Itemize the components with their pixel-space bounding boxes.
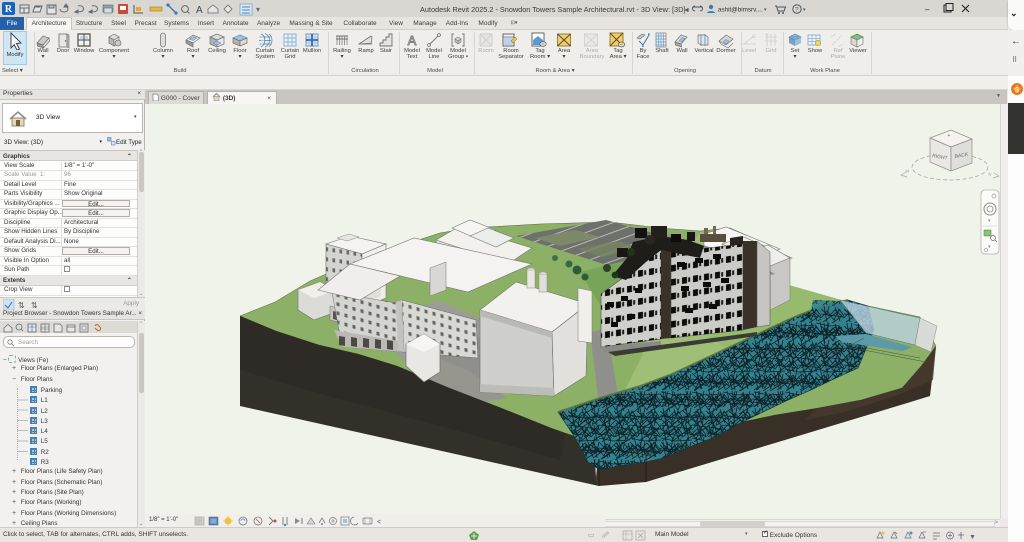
svg-text:W: W <box>905 168 910 174</box>
svg-text:▾: ▾ <box>803 7 806 13</box>
svg-text:✦: ✦ <box>947 133 951 138</box>
svg-text:R: R <box>5 4 13 15</box>
svg-text:⇅: ⇅ <box>18 301 25 310</box>
svg-text:A: A <box>196 5 203 16</box>
svg-text:S: S <box>1015 87 1020 94</box>
svg-text:A: A <box>408 33 417 48</box>
svg-text:▾: ▾ <box>256 5 260 14</box>
svg-text:?: ? <box>795 7 799 14</box>
svg-text:▾: ▾ <box>764 7 767 13</box>
svg-text:<: < <box>377 519 381 526</box>
svg-text:◄: ◄ <box>683 7 690 14</box>
svg-text:⇅: ⇅ <box>31 301 38 310</box>
svg-text:ashit@bimsrv....: ashit@bimsrv.... <box>718 7 763 14</box>
svg-text:–: – <box>925 5 930 14</box>
svg-text:N: N <box>988 171 993 177</box>
svg-text:▼: ▼ <box>969 534 976 541</box>
svg-text:Autodesk Revit 2025.2 - Snowdo: Autodesk Revit 2025.2 - Snowdon Towers S… <box>420 5 685 14</box>
